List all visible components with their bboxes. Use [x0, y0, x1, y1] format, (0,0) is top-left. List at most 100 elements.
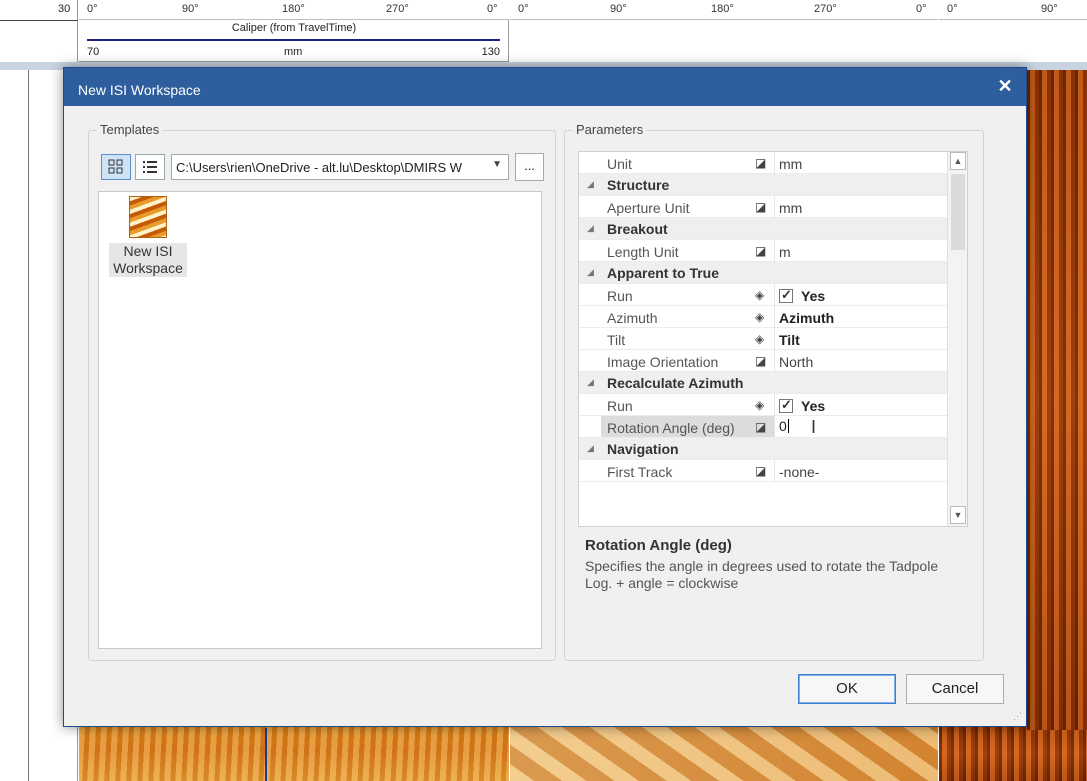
- property-row[interactable]: First Track ◪ -none-: [579, 460, 947, 482]
- edit-parameter-icon[interactable]: ◪: [755, 156, 766, 170]
- property-value[interactable]: mm: [779, 156, 802, 172]
- caliper-unit: mm: [284, 46, 303, 58]
- rotation-angle-input[interactable]: 0: [779, 418, 789, 434]
- templates-list[interactable]: New ISI Workspace: [98, 191, 542, 649]
- property-grid-scrollbar[interactable]: ▲ ▼: [947, 152, 967, 526]
- collapse-icon[interactable]: ◢: [587, 223, 594, 234]
- template-item-new-isi-workspace[interactable]: New ISI Workspace: [109, 196, 187, 277]
- caliper-min: 70: [87, 46, 100, 58]
- tick-label: 0°: [518, 3, 529, 15]
- property-row[interactable]: Azimuth ◈ Azimuth: [579, 306, 947, 328]
- description-text: Specifies the angle in degrees used to r…: [585, 558, 939, 591]
- property-row[interactable]: Unit ◪ mm: [579, 152, 947, 174]
- checkbox[interactable]: [779, 287, 793, 303]
- property-row[interactable]: Run ◈ Yes: [579, 394, 947, 416]
- property-value-text: Yes: [801, 288, 826, 304]
- property-value[interactable]: Azimuth: [779, 310, 834, 326]
- chevron-down-icon[interactable]: ▼: [492, 159, 502, 170]
- edit-parameter-icon[interactable]: ◪: [755, 420, 766, 434]
- edit-parameter-icon[interactable]: ◪: [755, 354, 766, 368]
- property-value[interactable]: m: [779, 244, 791, 260]
- property-category[interactable]: ◢ Apparent to True: [579, 262, 947, 284]
- property-category[interactable]: ◢ Navigation: [579, 438, 947, 460]
- property-row[interactable]: Tilt ◈ Tilt: [579, 328, 947, 350]
- collapse-icon[interactable]: ◢: [587, 443, 594, 454]
- property-value-text: mm: [779, 200, 803, 216]
- scroll-down-icon[interactable]: ▼: [950, 506, 966, 524]
- edit-parameter-icon[interactable]: ◪: [755, 244, 766, 258]
- template-path-text: C:\Users\rien\OneDrive - alt.lu\Desktop\…: [176, 160, 463, 175]
- property-row[interactable]: Rotation Angle (deg) ◪ 0 I: [579, 416, 947, 438]
- dialog-title: New ISI Workspace: [78, 82, 201, 98]
- scroll-up-icon[interactable]: ▲: [950, 152, 966, 170]
- property-name: Unit: [607, 156, 632, 172]
- mouse-ibeam-cursor-icon: I: [811, 417, 817, 437]
- property-value[interactable]: Yes: [779, 287, 826, 304]
- column-separator: [774, 460, 775, 482]
- property-value[interactable]: North: [779, 354, 813, 370]
- property-value[interactable]: mm: [779, 200, 802, 216]
- collapse-icon[interactable]: ◢: [587, 179, 594, 190]
- tick-label: 0°: [487, 3, 498, 15]
- tick-label: 0°: [916, 3, 927, 15]
- property-grid[interactable]: Unit ◪ mm ◢ Structure Aperture Unit ◪ mm ◢ Breako…: [578, 151, 968, 527]
- tick-label: 0°: [947, 3, 958, 15]
- property-name: Run: [607, 398, 633, 414]
- tick-label: 270°: [386, 3, 409, 15]
- column-separator: [774, 350, 775, 372]
- linked-parameter-icon[interactable]: ◈: [755, 332, 764, 346]
- property-value-text: Yes: [801, 398, 826, 414]
- property-value-text: mm: [779, 156, 803, 172]
- property-value[interactable]: Tilt: [779, 332, 800, 348]
- edit-parameter-icon[interactable]: ◪: [755, 464, 766, 478]
- property-name: Azimuth: [607, 310, 658, 326]
- linked-parameter-icon[interactable]: ◈: [755, 310, 764, 324]
- property-name: Run: [607, 288, 633, 304]
- browse-button[interactable]: ...: [515, 153, 544, 181]
- edit-parameter-icon[interactable]: ◪: [755, 200, 766, 214]
- cancel-button[interactable]: Cancel: [906, 674, 1004, 704]
- property-name: First Track: [607, 464, 673, 480]
- property-category[interactable]: ◢ Structure: [579, 174, 947, 196]
- tick-label: 180°: [711, 3, 734, 15]
- template-path-combobox[interactable]: C:\Users\rien\OneDrive - alt.lu\Desktop\…: [171, 154, 509, 180]
- linked-parameter-icon[interactable]: ◈: [755, 288, 764, 302]
- tick-label: 90°: [1041, 3, 1058, 15]
- column-separator: [774, 394, 775, 416]
- property-value[interactable]: -none-: [779, 464, 819, 480]
- list-view-icon: [143, 161, 157, 173]
- column-separator: [774, 306, 775, 328]
- close-icon[interactable]: ✕: [992, 73, 1018, 99]
- scroll-thumb[interactable]: [951, 174, 965, 250]
- description-title: Rotation Angle (deg): [585, 537, 732, 554]
- dialog-titlebar[interactable]: New ISI Workspace ✕: [64, 68, 1026, 106]
- category-name: Navigation: [607, 441, 679, 457]
- property-row[interactable]: Image Orientation ◪ North: [579, 350, 947, 372]
- tick-label: 270°: [814, 3, 837, 15]
- property-name: Length Unit: [607, 244, 679, 260]
- ok-button[interactable]: OK: [798, 674, 896, 704]
- large-icons-view-button[interactable]: [101, 154, 131, 180]
- checkbox[interactable]: [779, 397, 793, 413]
- new-isi-workspace-dialog: New ISI Workspace ✕ Templates C:\Users\r…: [63, 67, 1027, 727]
- collapse-icon[interactable]: ◢: [587, 267, 594, 278]
- property-row[interactable]: Length Unit ◪ m: [579, 240, 947, 262]
- resize-grip-icon[interactable]: ⋰: [1013, 711, 1022, 722]
- column-separator: [774, 284, 775, 306]
- parameters-group: Parameters Unit ◪ mm ◢ Structure Aperture Uni…: [564, 122, 984, 661]
- linked-parameter-icon[interactable]: ◈: [755, 398, 764, 412]
- text-caret: [787, 419, 789, 433]
- track2-header: 0° 90° 180° 270° 0°: [510, 0, 938, 20]
- property-name: Image Orientation: [607, 354, 719, 370]
- track1-header: 0° 90° 180° 270° 0°: [79, 0, 509, 20]
- property-row[interactable]: Aperture Unit ◪ mm: [579, 196, 947, 218]
- borehole-image-track: [1027, 70, 1087, 730]
- property-category[interactable]: ◢ Breakout: [579, 218, 947, 240]
- collapse-icon[interactable]: ◢: [587, 377, 594, 388]
- property-value[interactable]: Yes: [779, 397, 826, 414]
- track3-header: 0° 90°: [939, 0, 1087, 20]
- list-view-button[interactable]: [135, 154, 165, 180]
- property-row[interactable]: Run ◈ Yes: [579, 284, 947, 306]
- workspace-template-icon: [129, 196, 167, 238]
- property-category[interactable]: ◢ Recalculate Azimuth: [579, 372, 947, 394]
